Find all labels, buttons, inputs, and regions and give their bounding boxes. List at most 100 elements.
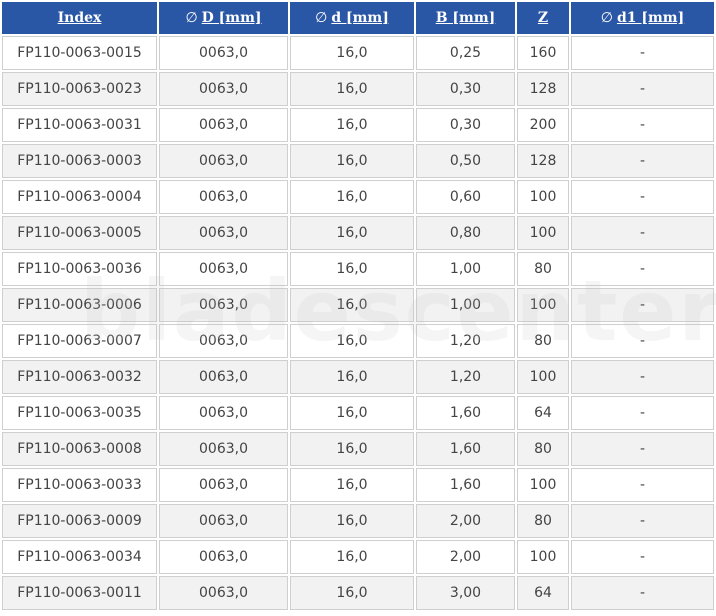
cell-width: 2,00 [416, 504, 515, 538]
column-header-width[interactable]: B [mm] [416, 2, 515, 34]
cell-bore: 16,0 [290, 288, 414, 322]
header-row: Index ∅ D [mm] ∅ d [mm] B [mm] Z ∅ d1 [mm] [2, 2, 714, 34]
cell-teeth: 80 [517, 252, 569, 286]
cell-index: FP110-0063-0009 [2, 504, 157, 538]
cell-d1: - [571, 72, 714, 106]
cell-bore: 16,0 [290, 216, 414, 250]
table-row: FP110-0063-0003 0063,0 16,0 0,50 128- [2, 144, 714, 178]
cell-bore: 16,0 [290, 324, 414, 358]
cell-index: FP110-0063-0023 [2, 72, 157, 106]
cell-index: FP110-0063-0006 [2, 288, 157, 322]
cell-d1: - [571, 468, 714, 502]
cell-teeth: 100 [517, 540, 569, 574]
cell-index: FP110-0063-0015 [2, 36, 157, 70]
cell-width: 1,60 [416, 432, 515, 466]
table-row: FP110-0063-0008 0063,0 16,0 1,60 80- [2, 432, 714, 466]
cell-bore: 16,0 [290, 432, 414, 466]
cell-outer-diameter: 0063,0 [159, 324, 288, 358]
cell-d1: - [571, 360, 714, 394]
cell-index: FP110-0063-0007 [2, 324, 157, 358]
cell-teeth: 100 [517, 180, 569, 214]
cell-d1: - [571, 180, 714, 214]
product-spec-table: Index ∅ D [mm] ∅ d [mm] B [mm] Z ∅ d1 [mm] … [0, 0, 716, 612]
column-header-d1-label: d1 [mm] [616, 10, 685, 26]
cell-teeth: 80 [517, 432, 569, 466]
cell-outer-diameter: 0063,0 [159, 36, 288, 70]
diameter-icon: ∅ [185, 10, 198, 26]
cell-teeth: 80 [517, 324, 569, 358]
cell-teeth: 128 [517, 72, 569, 106]
cell-bore: 16,0 [290, 72, 414, 106]
cell-outer-diameter: 0063,0 [159, 432, 288, 466]
cell-bore: 16,0 [290, 252, 414, 286]
cell-index: FP110-0063-0033 [2, 468, 157, 502]
cell-outer-diameter: 0063,0 [159, 504, 288, 538]
cell-width: 1,60 [416, 468, 515, 502]
column-header-teeth[interactable]: Z [517, 2, 569, 34]
cell-index: FP110-0063-0036 [2, 252, 157, 286]
cell-bore: 16,0 [290, 504, 414, 538]
cell-d1: - [571, 36, 714, 70]
table-row: FP110-0063-0034 0063,0 16,0 2,00 100- [2, 540, 714, 574]
cell-teeth: 160 [517, 36, 569, 70]
cell-index: FP110-0063-0008 [2, 432, 157, 466]
cell-width: 0,30 [416, 108, 515, 142]
cell-width: 1,00 [416, 252, 515, 286]
table-row: FP110-0063-0009 0063,0 16,0 2,00 80- [2, 504, 714, 538]
table-row: FP110-0063-0006 0063,0 16,0 1,00 100- [2, 288, 714, 322]
cell-width: 0,60 [416, 180, 515, 214]
cell-index: FP110-0063-0004 [2, 180, 157, 214]
cell-outer-diameter: 0063,0 [159, 72, 288, 106]
cell-teeth: 128 [517, 144, 569, 178]
cell-outer-diameter: 0063,0 [159, 396, 288, 430]
cell-outer-diameter: 0063,0 [159, 540, 288, 574]
column-header-index[interactable]: Index [2, 2, 157, 34]
column-header-bore-label: d [mm] [331, 10, 389, 26]
column-header-d1[interactable]: ∅ d1 [mm] [571, 2, 714, 34]
cell-d1: - [571, 432, 714, 466]
table-row: FP110-0063-0023 0063,0 16,0 0,30 128- [2, 72, 714, 106]
cell-width: 0,50 [416, 144, 515, 178]
cell-width: 3,00 [416, 576, 515, 610]
cell-d1: - [571, 216, 714, 250]
diameter-icon: ∅ [315, 10, 328, 26]
table-row: FP110-0063-0015 0063,0 16,0 0,25 160- [2, 36, 714, 70]
cell-d1: - [571, 396, 714, 430]
table-row: FP110-0063-0005 0063,0 16,0 0,80 100- [2, 216, 714, 250]
table-body: FP110-0063-0015 0063,0 16,0 0,25 160- FP110-0… [2, 36, 714, 610]
column-header-outer-diameter-label: D [mm] [201, 10, 262, 26]
cell-outer-diameter: 0063,0 [159, 252, 288, 286]
cell-d1: - [571, 540, 714, 574]
cell-index: FP110-0063-0031 [2, 108, 157, 142]
cell-index: FP110-0063-0032 [2, 360, 157, 394]
cell-width: 1,60 [416, 396, 515, 430]
cell-index: FP110-0063-0003 [2, 144, 157, 178]
table-row: FP110-0063-0035 0063,0 16,0 1,60 64- [2, 396, 714, 430]
cell-width: 1,00 [416, 288, 515, 322]
cell-bore: 16,0 [290, 540, 414, 574]
cell-bore: 16,0 [290, 396, 414, 430]
cell-teeth: 64 [517, 396, 569, 430]
cell-bore: 16,0 [290, 144, 414, 178]
cell-teeth: 100 [517, 288, 569, 322]
column-header-bore[interactable]: ∅ d [mm] [290, 2, 414, 34]
cell-bore: 16,0 [290, 468, 414, 502]
cell-teeth: 100 [517, 216, 569, 250]
column-header-index-label: Index [57, 10, 102, 26]
cell-width: 0,25 [416, 36, 515, 70]
cell-outer-diameter: 0063,0 [159, 216, 288, 250]
cell-bore: 16,0 [290, 180, 414, 214]
column-header-outer-diameter[interactable]: ∅ D [mm] [159, 2, 288, 34]
cell-bore: 16,0 [290, 360, 414, 394]
column-header-teeth-label: Z [537, 10, 549, 26]
cell-d1: - [571, 576, 714, 610]
cell-index: FP110-0063-0035 [2, 396, 157, 430]
cell-d1: - [571, 504, 714, 538]
table-row: FP110-0063-0011 0063,0 16,0 3,00 64- [2, 576, 714, 610]
cell-width: 0,80 [416, 216, 515, 250]
table-row: FP110-0063-0004 0063,0 16,0 0,60 100- [2, 180, 714, 214]
cell-d1: - [571, 324, 714, 358]
table-row: FP110-0063-0033 0063,0 16,0 1,60 100- [2, 468, 714, 502]
cell-outer-diameter: 0063,0 [159, 108, 288, 142]
table-row: FP110-0063-0007 0063,0 16,0 1,20 80- [2, 324, 714, 358]
